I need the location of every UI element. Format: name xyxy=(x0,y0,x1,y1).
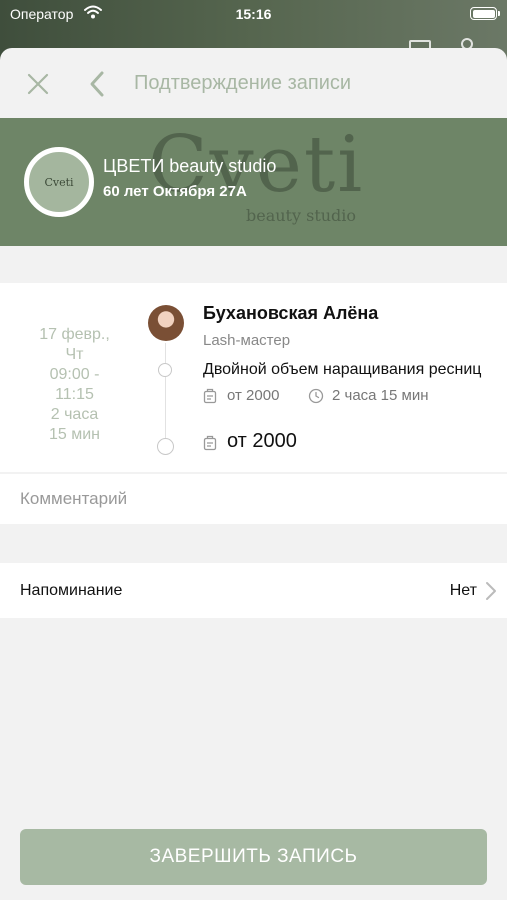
studio-logo-text: Cveti xyxy=(44,175,74,189)
total-price: от 2000 xyxy=(227,430,297,452)
service-price: от 2000 xyxy=(227,387,280,404)
service-name: Двойной объем наращивания ресниц xyxy=(203,361,482,378)
studio-banner: Cveti beauty studio Cveti ЦВЕТИ beauty s… xyxy=(0,118,507,246)
sheet-header: Подтверждение записи xyxy=(0,48,507,118)
studio-address: 60 лет Октября 27А xyxy=(103,183,247,200)
back-chevron-icon[interactable] xyxy=(86,70,108,98)
banner-watermark-subtitle: beauty studio xyxy=(246,206,357,225)
finish-booking-button[interactable]: Завершить запись xyxy=(20,829,487,885)
battery-icon xyxy=(470,7,500,20)
reminder-value: Нет xyxy=(449,582,477,599)
studio-name: ЦВЕТИ beauty studio xyxy=(103,156,277,176)
master-role: Lash-мастер xyxy=(203,332,291,349)
timeline-dot xyxy=(157,438,174,455)
service-duration: 2 часа 15 мин xyxy=(332,387,429,404)
reminder-row[interactable]: Напоминание Нет xyxy=(0,563,507,618)
chevron-right-icon xyxy=(486,582,496,600)
page-title: Подтверждение записи xyxy=(134,72,352,94)
studio-logo: Cveti xyxy=(24,147,94,217)
status-time: 15:16 xyxy=(235,6,272,22)
close-icon[interactable] xyxy=(26,72,50,96)
timeline-dot xyxy=(158,363,172,377)
booking-date-time: 17 февр., Чт 09:00 - 11:15 2 часа 15 мин xyxy=(39,326,110,443)
avatar xyxy=(148,305,184,341)
comment-input[interactable] xyxy=(20,474,490,524)
clock-icon xyxy=(308,388,324,404)
master-name: Бухановская Алёна xyxy=(203,303,379,323)
timeline-line xyxy=(165,343,166,441)
status-bar: Оператор 15:16 xyxy=(0,0,507,30)
booking-card: 17 февр., Чт 09:00 - 11:15 2 часа 15 мин… xyxy=(0,283,507,472)
reminder-label: Напоминание xyxy=(20,582,123,599)
price-tag-icon xyxy=(203,388,217,404)
price-tag-icon xyxy=(203,435,217,451)
comment-row xyxy=(0,474,507,524)
booking-confirmation-sheet: Подтверждение записи Cveti beauty studio… xyxy=(0,48,507,900)
